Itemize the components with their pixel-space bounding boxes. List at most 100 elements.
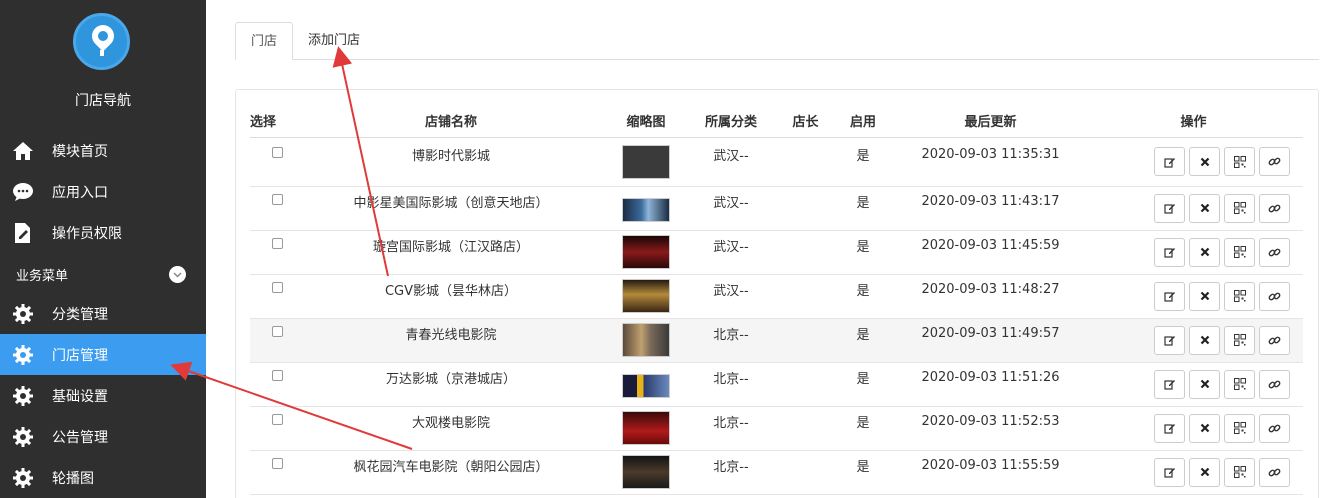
edit-button[interactable]: [1154, 281, 1185, 311]
cinema-hall-thumbnail: [622, 411, 670, 445]
store-list-panel: 选择 店铺名称 缩略图 所属分类 店长 启用 最后更新 操作 博影时代影城 武汉-…: [235, 89, 1319, 498]
row-select-checkbox[interactable]: [272, 369, 283, 381]
row-actions: [1084, 147, 1303, 176]
edit-button[interactable]: [1154, 237, 1185, 267]
sidebar-item-carousel[interactable]: 轮播图: [0, 457, 206, 498]
delete-button[interactable]: [1189, 193, 1220, 223]
edit-button[interactable]: [1154, 325, 1185, 355]
table-row[interactable]: 璇宫国际影城（江汉路店） 武汉-- 是 2020-09-03 11:45:59: [250, 230, 1303, 275]
link-button[interactable]: [1259, 147, 1290, 176]
store-category: 武汉--: [713, 239, 749, 255]
sidebar-item-category-management[interactable]: 分类管理: [0, 293, 206, 334]
link-button[interactable]: [1259, 325, 1290, 355]
store-category: 武汉--: [713, 149, 749, 164]
sidebar-item-store-management[interactable]: 门店管理: [0, 334, 206, 375]
table-row[interactable]: 中影星美国际影城（创意天地店） 武汉-- 是 2020-09-03 11:43:17: [250, 186, 1303, 231]
column-header-manager: 店长: [782, 104, 829, 138]
sidebar-item-operator-permissions[interactable]: 操作员权限: [0, 212, 206, 253]
link-button[interactable]: [1259, 457, 1290, 487]
table-row[interactable]: 万达影城（京港城店） 北京-- 是 2020-09-03 11:51:26: [250, 362, 1303, 407]
store-updated: 2020-09-03 11:49:57: [921, 325, 1060, 341]
store-updated: 2020-09-03 11:52:53: [921, 413, 1060, 429]
store-category: 北京--: [713, 459, 749, 475]
sidebar-item-label: 操作员权限: [52, 225, 122, 242]
sidebar-brand: 门店导航: [75, 93, 131, 109]
row-select-checkbox[interactable]: [272, 457, 283, 469]
delete-button[interactable]: [1189, 413, 1220, 443]
gear-icon: [12, 385, 34, 407]
store-name: 青春光线电影院: [405, 327, 497, 343]
row-select-checkbox[interactable]: [272, 413, 283, 425]
store-table: 选择 店铺名称 缩略图 所属分类 店长 启用 最后更新 操作 博影时代影城 武汉-…: [250, 104, 1303, 495]
delete-button[interactable]: [1189, 369, 1220, 399]
delete-button[interactable]: [1189, 325, 1220, 355]
sidebar-item-label: 分类管理: [52, 306, 108, 323]
qrcode-button[interactable]: [1224, 457, 1255, 487]
edit-button[interactable]: [1154, 147, 1185, 176]
qrcode-button[interactable]: [1224, 237, 1255, 267]
link-button[interactable]: [1259, 369, 1290, 399]
row-select-checkbox[interactable]: [272, 281, 283, 293]
link-button[interactable]: [1259, 281, 1290, 311]
sidebar-item-label: 应用入口: [52, 184, 108, 201]
qrcode-button[interactable]: [1224, 193, 1255, 223]
sidebar-item-app-entry[interactable]: 应用入口: [0, 171, 206, 212]
edit-document-icon: [12, 222, 34, 244]
qrcode-icon: [1233, 290, 1246, 302]
link-button[interactable]: [1259, 193, 1290, 223]
delete-button[interactable]: [1189, 147, 1220, 176]
table-header-row: 选择 店铺名称 缩略图 所属分类 店长 启用 最后更新 操作: [250, 104, 1303, 138]
tab-divider: [235, 59, 1319, 60]
table-row[interactable]: 大观楼电影院 北京-- 是 2020-09-03 11:52:53: [250, 406, 1303, 451]
sidebar-item-basic-settings[interactable]: 基础设置: [0, 375, 206, 416]
table-row[interactable]: CGV影城（昙华林店） 武汉-- 是 2020-09-03 11:48:27: [250, 274, 1303, 319]
tab-add-store[interactable]: 添加门店: [293, 22, 375, 60]
delete-icon: [1200, 157, 1210, 167]
qrcode-button[interactable]: [1224, 369, 1255, 399]
store-updated: 2020-09-03 11:35:31: [921, 147, 1060, 162]
edit-button[interactable]: [1154, 413, 1185, 443]
chevron-down-icon[interactable]: [169, 266, 186, 283]
store-category: 武汉--: [713, 195, 749, 211]
logo-location-pin-icon: [73, 13, 130, 70]
store-enabled: 是: [856, 459, 870, 475]
delete-button[interactable]: [1189, 457, 1220, 487]
link-icon: [1268, 290, 1281, 303]
row-select-checkbox[interactable]: [272, 325, 283, 337]
table-row[interactable]: 博影时代影城 武汉-- 是 2020-09-03 11:35:31: [250, 137, 1303, 187]
tab-stores[interactable]: 门店: [235, 22, 294, 60]
store-category: 武汉--: [713, 283, 749, 299]
store-name: CGV影城（昙华林店）: [384, 283, 518, 299]
edit-button[interactable]: [1154, 369, 1185, 399]
table-row[interactable]: 青春光线电影院 北京-- 是 2020-09-03 11:49:57: [250, 318, 1303, 363]
cinema-hall-thumbnail: [622, 144, 670, 179]
qrcode-icon: [1233, 466, 1246, 478]
sidebar-item-label: 公告管理: [52, 429, 108, 446]
link-button[interactable]: [1259, 237, 1290, 267]
qrcode-button[interactable]: [1224, 413, 1255, 443]
qrcode-button[interactable]: [1224, 281, 1255, 311]
sidebar-item-announcement-management[interactable]: 公告管理: [0, 416, 206, 457]
store-category: 北京--: [713, 415, 749, 431]
store-name: 璇宫国际影城（江汉路店）: [372, 239, 529, 255]
row-select-checkbox[interactable]: [272, 237, 283, 249]
row-select-checkbox[interactable]: [272, 193, 283, 205]
link-icon: [1268, 334, 1281, 347]
qrcode-button[interactable]: [1224, 325, 1255, 355]
row-select-checkbox[interactable]: [272, 147, 283, 158]
qrcode-button[interactable]: [1224, 147, 1255, 176]
qrcode-icon: [1233, 378, 1246, 390]
column-header-thumbnail: 缩略图: [612, 104, 680, 138]
delete-icon: [1200, 467, 1210, 477]
store-category: 北京--: [713, 371, 749, 387]
delete-button[interactable]: [1189, 237, 1220, 267]
delete-button[interactable]: [1189, 281, 1220, 311]
cinema-hall-thumbnail: [622, 455, 670, 489]
gear-icon: [12, 467, 34, 489]
sidebar-item-module-home[interactable]: 模块首页: [0, 130, 206, 171]
edit-button[interactable]: [1154, 193, 1185, 223]
link-button[interactable]: [1259, 413, 1290, 443]
edit-button[interactable]: [1154, 457, 1185, 487]
table-row[interactable]: 枫花园汽车电影院（朝阳公园店） 北京-- 是 2020-09-03 11:55:59: [250, 450, 1303, 495]
main-content: 门店 添加门店 选择 店铺名称 缩略图 所属分类 店长 启用 最后更新 操作 博…: [206, 0, 1321, 498]
